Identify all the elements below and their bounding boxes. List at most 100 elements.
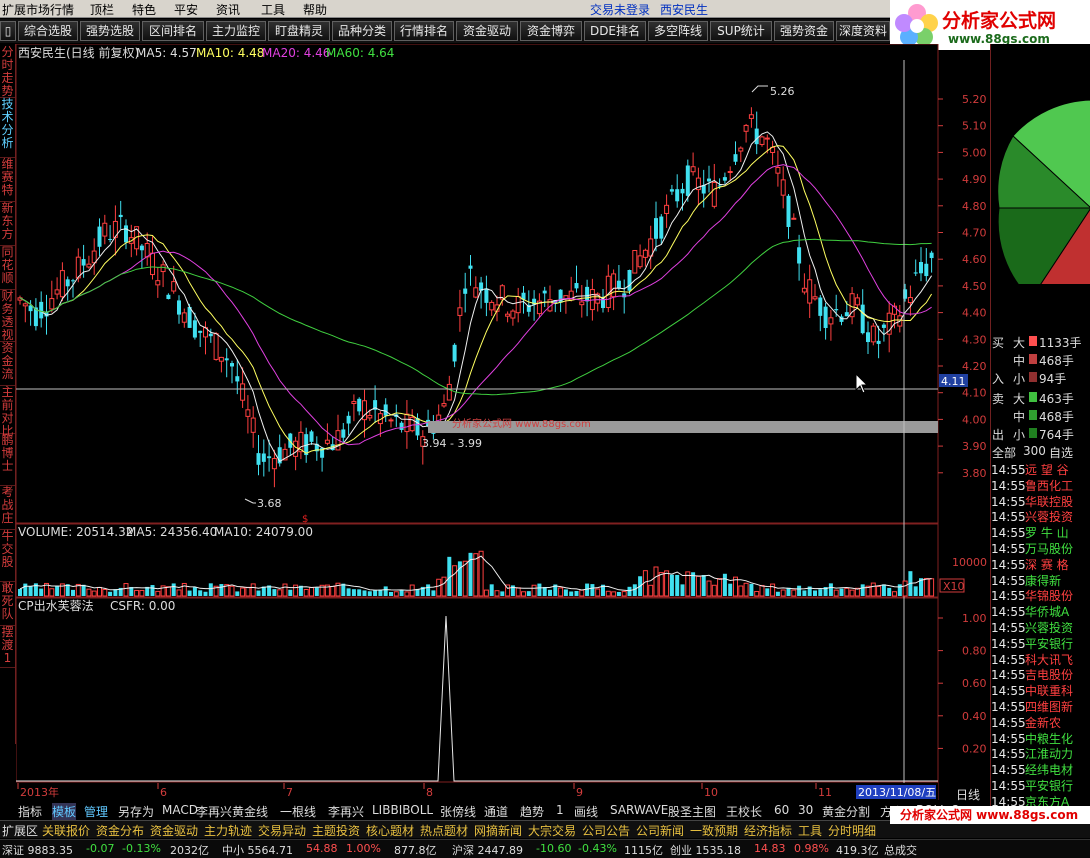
stock-list-item[interactable]: 14:55 康得新 [991,573,1090,589]
toolbar-button-fund-game[interactable]: 资金博弈 [520,21,582,41]
stock-list-item[interactable]: 14:55 华联控股 [991,494,1090,510]
extension-tab-11[interactable]: 公司公告 [582,822,630,839]
stock-list-item[interactable]: 14:55 远 望 谷 [991,462,1090,478]
extension-tab-6[interactable]: 主题投资 [312,822,360,839]
indicator-tab-17[interactable]: 60 [774,803,789,817]
extension-tab-12[interactable]: 公司新闻 [636,822,684,839]
indicator-tab-2[interactable]: 管理 [84,803,108,820]
left-tab-3[interactable]: 新东方 [0,202,15,246]
menu-item-special[interactable]: 特色 [132,1,156,18]
toolbar-button-category[interactable]: 品种分类 [332,21,392,41]
left-tab-11[interactable]: 敢死队 [0,582,15,626]
menu-item-topbar[interactable]: 顶栏 [90,1,114,18]
indicator-tab-19[interactable]: 黄金分割 [822,803,870,820]
extension-tab-2[interactable]: 资金分布 [96,822,144,839]
stock-list-item[interactable]: 14:55 科大讯飞 [991,652,1090,668]
indicator-tab-12[interactable]: 1 [556,803,564,817]
menu-item-info[interactable]: 资讯 [216,1,240,18]
indicator-tab-16[interactable]: 王校长 [726,803,762,820]
toolbar-button-long-short[interactable]: 多空阵线 [648,21,708,41]
left-tab-5[interactable]: 财务透视 [0,290,15,342]
toolbar-button-main-monitor[interactable]: 主力监控 [206,21,266,41]
left-tab-9[interactable]: 考战庄 [0,486,15,530]
indicator-tab-14[interactable]: SARWAVE [610,803,668,817]
indicator-panel[interactable] [16,597,939,783]
stock-list-item[interactable]: 14:55 中联重科 [991,683,1090,699]
toolbar-button-sup-stats[interactable]: SUP统计 [710,21,772,41]
indicator-tab-4[interactable]: MACD [162,803,198,817]
toolbar-button-strong[interactable]: 强势选股 [80,21,140,41]
extension-tab-1[interactable]: 关联报价 [42,822,90,839]
indicator-tab-7[interactable]: 李再兴 [328,803,364,820]
stock-list-item[interactable]: 14:55 吉电股份 [991,667,1090,683]
extension-tab-10[interactable]: 大宗交易 [528,822,576,839]
trade-status[interactable]: 交易未登录 [590,1,650,18]
extension-tab-0[interactable]: 扩展区 [2,822,38,839]
day-period-button[interactable]: 日线 [946,786,990,802]
toolbar-button-ranking[interactable]: 行情排名 [394,21,454,41]
filter-all-tab[interactable]: 全部 [992,444,1016,461]
stock-list-item[interactable]: 14:55 兴蓉投资 [991,509,1090,525]
left-tab-6[interactable]: 资金流 [0,342,15,386]
stock-list-item[interactable]: 14:55 罗 牛 山 [991,525,1090,541]
indicator-tab-18[interactable]: 30 [798,803,813,817]
stock-list-item[interactable]: 14:55 中粮生化 [991,731,1090,747]
left-tab-2[interactable]: 维赛特 [0,158,15,202]
extension-tab-7[interactable]: 核心题材 [366,822,414,839]
indicator-tab-1[interactable]: 模板 [52,803,77,820]
indicator-tab-6[interactable]: 一根线 [280,803,316,820]
stock-list-item[interactable]: 14:55 金新农 [991,715,1090,731]
menu-item-extended-market[interactable]: 扩展市场行情 [2,1,74,18]
indicator-tab-11[interactable]: 趋势 [520,803,544,820]
toolbar-toggle-button[interactable]: ▯ [0,21,16,41]
toolbar-button-fund-drive[interactable]: 资金驱动 [456,21,518,41]
toolbar-button-strong-fund[interactable]: 强势资金 [774,21,834,41]
left-tab-1[interactable]: 技术分析 [0,98,15,158]
left-tab-7[interactable]: 主前对比 [0,386,15,438]
toolbar-button-comprehensive[interactable]: 综合选股 [18,21,78,41]
extension-tab-16[interactable]: 分时明细 [828,822,876,839]
extension-tab-4[interactable]: 主力轨迹 [204,822,252,839]
indicator-tab-15[interactable]: 股圣主图 [668,803,716,820]
extension-tab-3[interactable]: 资金驱动 [150,822,198,839]
toolbar-button-watch-genie[interactable]: 盯盘精灵 [268,21,330,41]
stock-list-item[interactable]: 14:55 华锦股份 [991,588,1090,604]
indicator-tab-3[interactable]: 另存为 [118,803,154,820]
indicator-tab-8[interactable]: LIBBIBOLL [372,803,433,817]
stock-list-item[interactable]: 14:55 万马股份 [991,541,1090,557]
extension-tab-5[interactable]: 交易异动 [258,822,306,839]
extension-tab-13[interactable]: 一致预期 [690,822,738,839]
left-tab-0[interactable]: 分时走势 [0,46,15,98]
stock-list-item[interactable]: 14:55 兴蓉投资 [991,620,1090,636]
extension-tab-14[interactable]: 经济指标 [744,822,792,839]
left-tab-10[interactable]: 牛交股 [0,530,15,582]
indicator-tab-9[interactable]: 张傍线 [440,803,476,820]
extension-tab-8[interactable]: 热点题材 [420,822,468,839]
filter-count[interactable]: 300 [1023,444,1046,458]
indicator-tab-5[interactable]: 李再兴黄金线 [196,803,268,820]
left-tab-8[interactable]: 鹏博士 [0,434,15,486]
chart-area[interactable]: 西安民生(日线 前复权) MA5: 4.57 MA10: 4.48 MA20: … [16,44,990,800]
left-tab-12[interactable]: 摆渡1 [0,626,15,668]
left-tab-4[interactable]: 同花顺 [0,246,15,290]
stock-list-item[interactable]: 14:55 经纬电材 [991,762,1090,778]
stock-list-item[interactable]: 14:55 江淮动力 [991,746,1090,762]
price-panel[interactable] [16,44,939,524]
stock-list-item[interactable]: 14:55 平安银行 [991,636,1090,652]
stock-list-item[interactable]: 14:55 平安银行 [991,778,1090,794]
stock-list-item[interactable]: 14:55 鲁西化工 [991,478,1090,494]
indicator-tab-13[interactable]: 画线 [574,803,598,820]
menu-item-help[interactable]: 帮助 [303,1,327,18]
menu-item-pingan[interactable]: 平安 [174,1,198,18]
extension-tab-9[interactable]: 网摘新闻 [474,822,522,839]
stock-list-item[interactable]: 14:55 深 赛 格 [991,557,1090,573]
extension-tab-15[interactable]: 工具 [798,822,822,839]
indicator-tab-0[interactable]: 指标 [18,803,42,820]
indicator-tab-10[interactable]: 通道 [484,803,508,820]
toolbar-button-dde-rank[interactable]: DDE排名 [584,21,646,41]
stock-list-item[interactable]: 14:55 四维图新 [991,699,1090,715]
toolbar-button-range-rank[interactable]: 区间排名 [142,21,204,41]
filter-self-tab[interactable]: 自选 [1049,444,1073,461]
toolbar-button-depth-info[interactable]: 深度资料 [836,21,890,41]
menu-item-tools[interactable]: 工具 [261,1,285,18]
